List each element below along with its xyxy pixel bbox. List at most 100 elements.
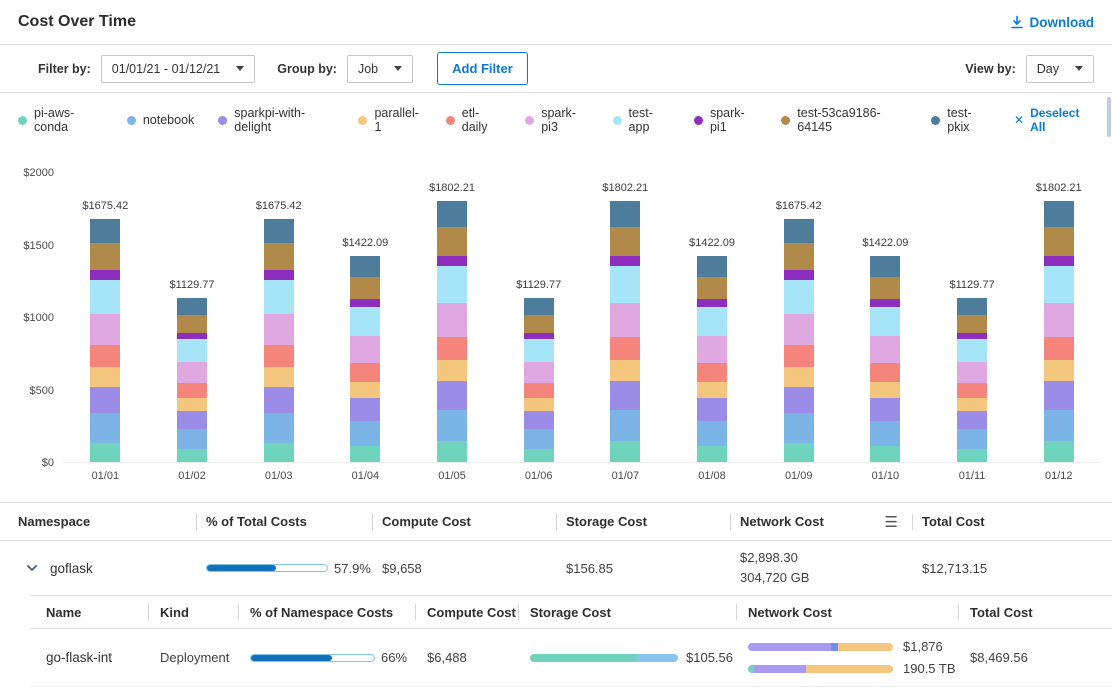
- bar-segment-spark-pi1[interactable]: [1044, 256, 1074, 266]
- bar-segment-etl-daily[interactable]: [524, 383, 554, 398]
- bar-segment-test-pkix[interactable]: [957, 298, 987, 314]
- bar-segment-parallel-1[interactable]: [177, 398, 207, 411]
- stacked-bar[interactable]: [524, 298, 554, 462]
- bar-segment-pi-aws-conda[interactable]: [437, 441, 467, 462]
- bar-segment-spark-pi3[interactable]: [90, 314, 120, 346]
- bar-segment-test-53ca9186-64145[interactable]: [90, 243, 120, 270]
- bar-segment-notebook[interactable]: [177, 429, 207, 449]
- subcol-header-compute[interactable]: Compute Cost: [415, 596, 518, 628]
- date-range-dropdown[interactable]: 01/01/21 - 01/12/21: [101, 55, 255, 83]
- bar-segment-test-53ca9186-64145[interactable]: [784, 243, 814, 270]
- bar-segment-pi-aws-conda[interactable]: [350, 446, 380, 462]
- legend-item-spark-pi1[interactable]: spark-pi1: [694, 106, 757, 134]
- bar-segment-test-app[interactable]: [90, 280, 120, 314]
- stacked-bar[interactable]: [610, 201, 640, 462]
- bar-segment-sparkpi-with-delight[interactable]: [610, 381, 640, 410]
- bar-segment-sparkpi-with-delight[interactable]: [1044, 381, 1074, 410]
- bar-segment-pi-aws-conda[interactable]: [264, 443, 294, 462]
- bar-segment-etl-daily[interactable]: [177, 383, 207, 398]
- menu-icon[interactable]: ☰: [885, 513, 898, 531]
- bar-segment-notebook[interactable]: [870, 421, 900, 446]
- bar-segment-test-app[interactable]: [697, 307, 727, 336]
- bar-segment-spark-pi1[interactable]: [784, 270, 814, 280]
- bar-segment-etl-daily[interactable]: [610, 337, 640, 361]
- bar-segment-test-pkix[interactable]: [437, 201, 467, 227]
- bar-segment-test-53ca9186-64145[interactable]: [524, 315, 554, 333]
- bar-segment-parallel-1[interactable]: [350, 382, 380, 398]
- bar-segment-spark-pi3[interactable]: [264, 314, 294, 346]
- bar-segment-sparkpi-with-delight[interactable]: [524, 411, 554, 429]
- bar-segment-notebook[interactable]: [90, 413, 120, 442]
- bar-segment-spark-pi1[interactable]: [264, 270, 294, 280]
- bar-segment-parallel-1[interactable]: [610, 360, 640, 381]
- bar-segment-sparkpi-with-delight[interactable]: [784, 387, 814, 414]
- legend-item-test-app[interactable]: test-app: [613, 106, 670, 134]
- stacked-bar[interactable]: [1044, 201, 1074, 462]
- legend-item-notebook[interactable]: notebook: [127, 113, 194, 127]
- bar-segment-etl-daily[interactable]: [90, 345, 120, 367]
- bar-segment-spark-pi1[interactable]: [350, 299, 380, 307]
- bar-segment-etl-daily[interactable]: [1044, 337, 1074, 361]
- bar-segment-spark-pi3[interactable]: [610, 303, 640, 337]
- bar-segment-parallel-1[interactable]: [697, 382, 727, 398]
- bar-segment-test-53ca9186-64145[interactable]: [177, 315, 207, 333]
- subcol-header-storage[interactable]: Storage Cost: [518, 596, 736, 628]
- col-header-compute[interactable]: Compute Cost: [372, 503, 556, 540]
- download-button[interactable]: Download: [1010, 15, 1095, 30]
- legend-item-test-pkix[interactable]: test-pkix: [931, 106, 990, 134]
- bar-segment-sparkpi-with-delight[interactable]: [870, 398, 900, 421]
- bar-segment-test-app[interactable]: [524, 339, 554, 362]
- bar-segment-pi-aws-conda[interactable]: [524, 449, 554, 462]
- bar-segment-spark-pi3[interactable]: [177, 362, 207, 383]
- bar-segment-notebook[interactable]: [697, 421, 727, 446]
- bar-segment-test-pkix[interactable]: [524, 298, 554, 314]
- bar-segment-test-app[interactable]: [870, 307, 900, 336]
- bar-segment-etl-daily[interactable]: [264, 345, 294, 367]
- col-header-pct-total[interactable]: % of Total Costs: [196, 503, 372, 540]
- bar-segment-test-53ca9186-64145[interactable]: [610, 227, 640, 256]
- bar-segment-spark-pi1[interactable]: [90, 270, 120, 280]
- bar-segment-sparkpi-with-delight[interactable]: [437, 381, 467, 410]
- legend-item-parallel-1[interactable]: parallel-1: [358, 106, 421, 134]
- bar-segment-test-53ca9186-64145[interactable]: [1044, 227, 1074, 256]
- bar-segment-test-app[interactable]: [610, 266, 640, 303]
- bar-segment-etl-daily[interactable]: [957, 383, 987, 398]
- add-filter-button[interactable]: Add Filter: [437, 52, 528, 85]
- bar-segment-etl-daily[interactable]: [437, 337, 467, 361]
- bar-segment-parallel-1[interactable]: [957, 398, 987, 411]
- col-header-namespace[interactable]: Namespace: [0, 503, 196, 540]
- stacked-bar[interactable]: [350, 256, 380, 462]
- bar-segment-parallel-1[interactable]: [870, 382, 900, 398]
- bar-segment-spark-pi1[interactable]: [697, 299, 727, 307]
- bar-segment-test-53ca9186-64145[interactable]: [264, 243, 294, 270]
- bar-segment-spark-pi3[interactable]: [784, 314, 814, 346]
- col-header-storage[interactable]: Storage Cost: [556, 503, 730, 540]
- bar-segment-test-pkix[interactable]: [1044, 201, 1074, 227]
- bar-segment-sparkpi-with-delight[interactable]: [90, 387, 120, 414]
- legend-item-pi-aws-conda[interactable]: pi-aws-conda: [18, 106, 103, 134]
- col-header-network[interactable]: Network Cost ☰: [730, 503, 912, 540]
- bar-segment-test-app[interactable]: [1044, 266, 1074, 303]
- bar-segment-test-app[interactable]: [784, 280, 814, 314]
- bar-segment-notebook[interactable]: [1044, 410, 1074, 441]
- bar-segment-parallel-1[interactable]: [524, 398, 554, 411]
- bar-segment-spark-pi3[interactable]: [957, 362, 987, 383]
- bar-segment-notebook[interactable]: [784, 413, 814, 442]
- legend-item-etl-daily[interactable]: etl-daily: [446, 106, 501, 134]
- bar-segment-spark-pi3[interactable]: [870, 336, 900, 363]
- bar-segment-spark-pi3[interactable]: [350, 336, 380, 363]
- subcol-header-pct-namespace[interactable]: % of Namespace Costs: [238, 596, 415, 628]
- bar-segment-test-53ca9186-64145[interactable]: [870, 277, 900, 300]
- bar-segment-test-pkix[interactable]: [350, 256, 380, 277]
- table-row[interactable]: goflask 57.9% $9,658 $156.85 $2,898.30 3…: [0, 541, 1112, 595]
- bar-segment-test-pkix[interactable]: [870, 256, 900, 277]
- legend-item-test-53ca9186-64145[interactable]: test-53ca9186-64145: [781, 106, 907, 134]
- bar-segment-test-app[interactable]: [264, 280, 294, 314]
- bar-segment-notebook[interactable]: [264, 413, 294, 442]
- bar-segment-test-pkix[interactable]: [177, 298, 207, 314]
- stacked-bar[interactable]: [784, 219, 814, 462]
- bar-segment-spark-pi1[interactable]: [437, 256, 467, 266]
- bar-segment-parallel-1[interactable]: [264, 367, 294, 386]
- subcol-header-kind[interactable]: Kind: [148, 596, 238, 628]
- bar-segment-sparkpi-with-delight[interactable]: [697, 398, 727, 421]
